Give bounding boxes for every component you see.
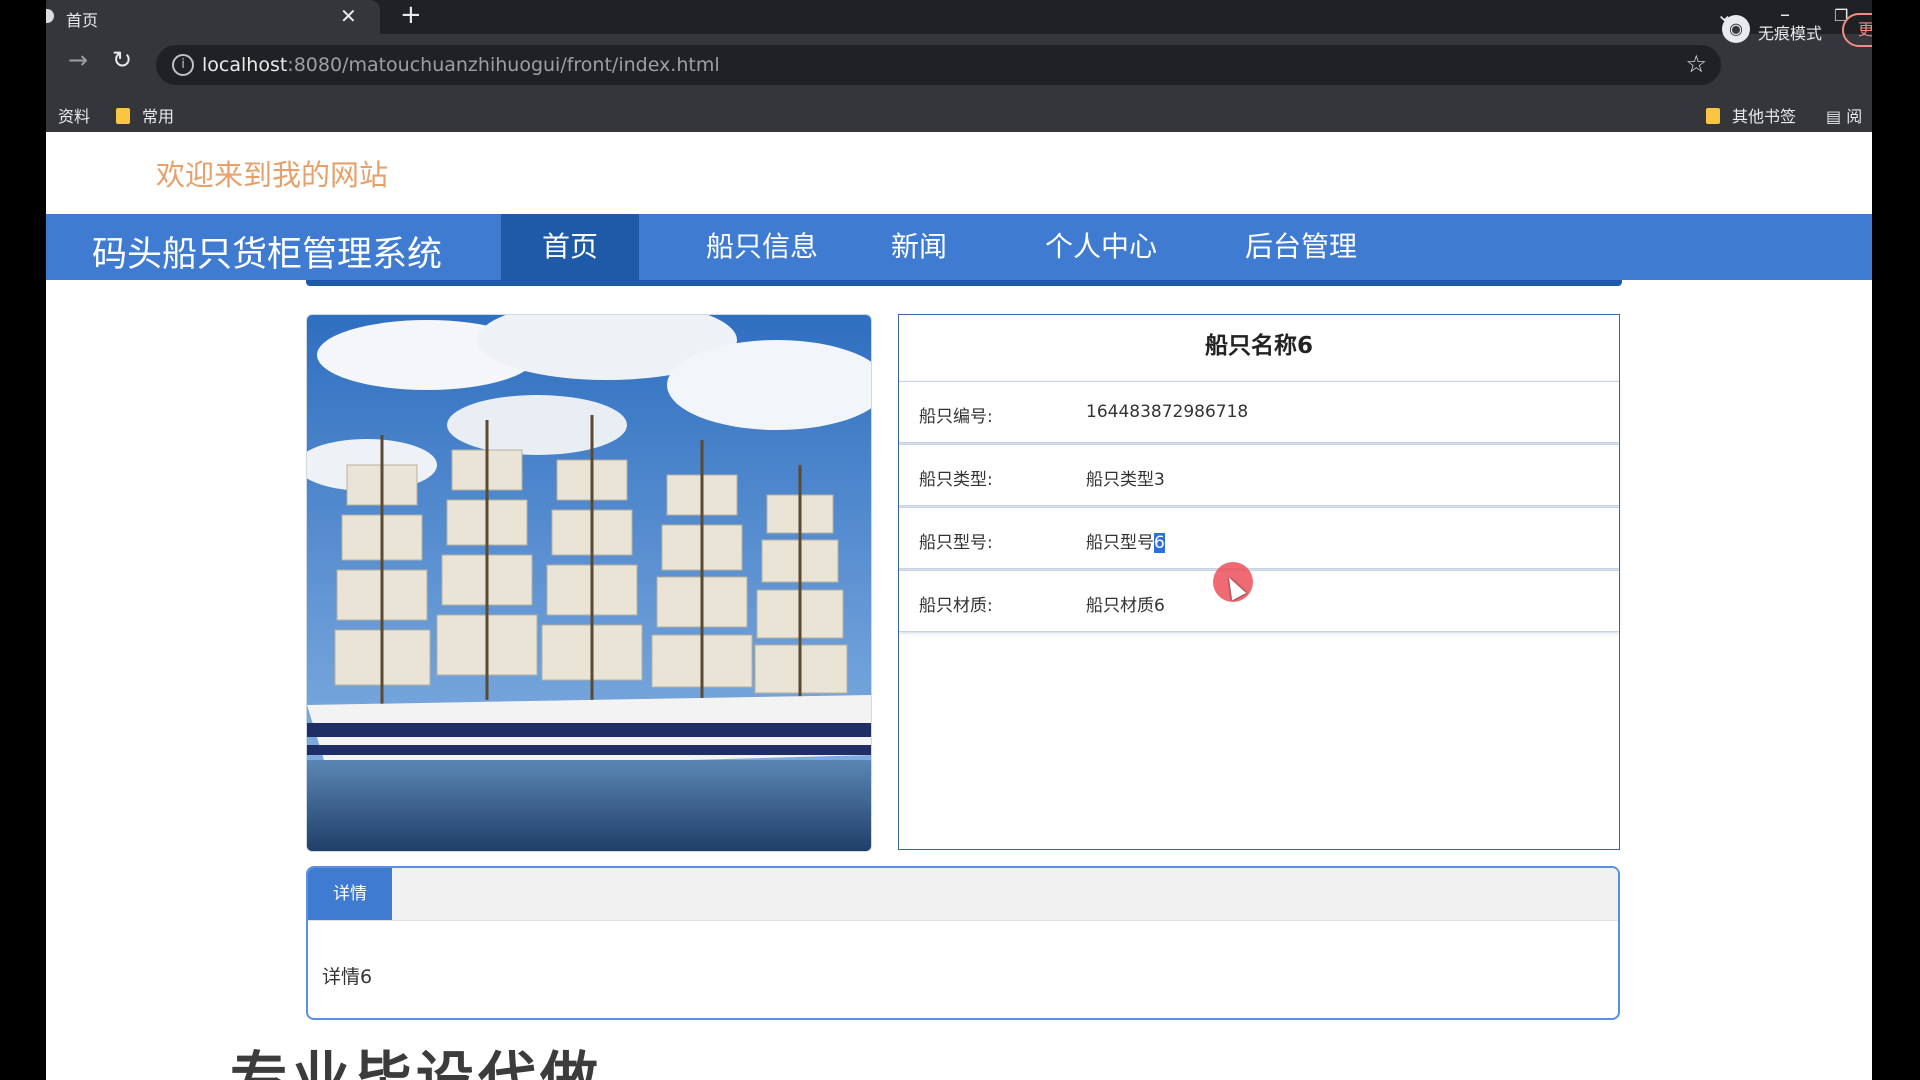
ship-field-row: 船只材质: 船只材质6 [899,570,1619,632]
other-bookmarks-folder[interactable]: 其他书签 [1706,103,1796,127]
field-label: 船只类型: [919,470,993,490]
web-page: 欢迎来到我的网站 码头船只货柜管理系统 首页 船只信息 新闻 个人中心 后台管理 [46,132,1872,1080]
field-value: 船只材质6 [1086,596,1165,616]
close-tab-icon[interactable]: ✕ [340,4,357,28]
main-nav: 码头船只货柜管理系统 首页 船只信息 新闻 个人中心 后台管理 [46,214,1872,280]
nav-ship-info[interactable]: 船只信息 [682,214,842,280]
address-bar[interactable]: i localhost:8080/matouchuanzhihuogui/fro… [156,45,1721,85]
favicon-icon [46,9,54,23]
tab-title: 首页 [66,11,99,30]
nav-admin[interactable]: 后台管理 [1206,214,1396,280]
ship-field-row: 船只编号: 164483872986718 [899,381,1619,443]
nav-underline [306,280,1622,286]
welcome-text: 欢迎来到我的网站 [156,158,389,192]
sailing-ship-picture [307,315,871,851]
field-value: 船只型号6 [1086,533,1165,553]
detail-panel: 详情 详情6 [306,866,1620,1020]
selected-text: 6 [1154,533,1165,553]
ship-field-row: 船只型号: 船只型号6 [899,507,1619,569]
bookmark-star-icon[interactable]: ☆ [1685,50,1707,78]
detail-content: 详情6 [322,966,373,988]
bookmark-folder[interactable]: 常用 [116,103,174,127]
bookmark-item[interactable]: 资料 [58,103,90,127]
ship-name-title: 船只名称6 [1204,333,1313,359]
browser-tab[interactable]: 首页 ✕ [46,0,380,34]
new-tab-icon[interactable]: + [400,0,422,30]
tab-detail[interactable]: 详情 [308,868,392,920]
nav-news[interactable]: 新闻 [864,214,974,280]
reading-list[interactable]: ▤ 阅 [1826,103,1862,127]
field-value: 164483872986718 [1086,402,1249,422]
field-label: 船只型号: [919,533,993,553]
bookmarks-bar: 资料 常用 其他书签 ▤ 阅 [46,94,1872,132]
field-label: 船只材质: [919,596,993,616]
nav-personal-center[interactable]: 个人中心 [1006,214,1196,280]
folder-icon [1706,108,1720,124]
detail-tab-bar: 详情 [308,868,1618,921]
incognito-label: 无痕模式 [1758,24,1823,43]
ship-image [306,314,872,852]
ship-info-panel: 船只名称6 船只编号: 164483872986718 船只类型: 船只类型3 … [898,314,1620,850]
field-label: 船只编号: [919,407,993,427]
site-info-icon[interactable]: i [172,54,194,76]
browser-tab-strip: 首页 ✕ + ⌄ – ❐ [46,0,1872,34]
folder-icon [116,108,130,124]
overlay-watermark-text: 专业毕设代做 [230,1045,603,1080]
incognito-icon: ◉ [1722,15,1750,43]
nav-home[interactable]: 首页 [501,214,639,280]
browser-toolbar: → ↻ i localhost:8080/matouchuanzhihuogui… [46,34,1872,94]
forward-icon[interactable]: → [68,46,88,74]
ship-field-row: 船只类型: 船只类型3 [899,444,1619,506]
field-value: 船只类型3 [1086,470,1165,490]
update-button[interactable]: 更 [1842,13,1872,47]
site-brand: 码头船只货柜管理系统 [92,235,443,275]
reload-icon[interactable]: ↻ [112,46,132,74]
url-text[interactable]: localhost:8080/matouchuanzhihuogui/front… [202,54,720,76]
